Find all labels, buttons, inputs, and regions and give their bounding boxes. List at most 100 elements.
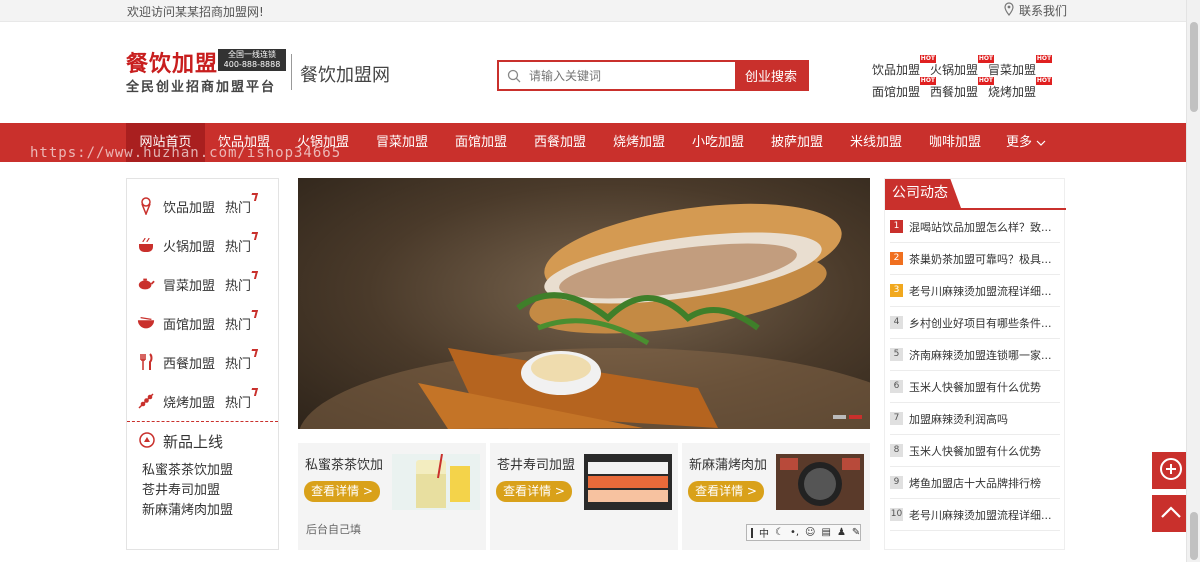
site-logo[interactable]: 餐饮加盟 全国一线连锁 400-888-8888 全民创业招商加盟平台 xyxy=(126,46,286,96)
logo-divider xyxy=(291,54,292,90)
sidebar-item-western[interactable]: 西餐加盟 热门 xyxy=(137,347,251,377)
sidebar-item-maocai[interactable]: 冒菜加盟 热门 xyxy=(137,269,251,299)
smile-icon: ☺ xyxy=(805,527,816,538)
search-input[interactable] xyxy=(529,62,735,89)
logo-box-line1: 全国一线连锁 xyxy=(228,50,276,59)
nav-item-western[interactable]: 西餐加盟 xyxy=(524,123,596,162)
news-item[interactable]: 4 乡村创业好项目有哪些条件... xyxy=(890,307,1060,339)
product-title: 苍井寿司加盟 xyxy=(497,458,576,473)
scrollbar-thumb[interactable] xyxy=(1190,22,1198,112)
ime-toolbar[interactable]: 中 ☾ •, ☺ ▤ ♟ ✎ xyxy=(746,524,861,541)
nav-item-noodles[interactable]: 面馆加盟 xyxy=(445,123,517,162)
news-title: 公司动态 xyxy=(885,179,961,208)
sidebar-item-noodles[interactable]: 面馆加盟 热门 xyxy=(137,308,251,338)
category-hot-label: 热门 xyxy=(225,314,251,333)
carousel-dot[interactable] xyxy=(849,415,862,419)
category-hot-label: 热门 xyxy=(225,197,251,216)
ime-logo-icon xyxy=(751,527,753,538)
hotlink-item[interactable]: 面馆加盟 HOT xyxy=(872,77,937,100)
news-item[interactable]: 9 烤鱼加盟店十大品牌排行榜 xyxy=(890,467,1060,499)
news-item-title: 混喝站饮品加盟怎么样？致... xyxy=(909,220,1052,234)
nav-item-rice-noodle[interactable]: 米线加盟 xyxy=(840,123,912,162)
hotlink-item[interactable]: 烧烤加盟 HOT xyxy=(988,77,1053,100)
scrollbar[interactable] xyxy=(1186,0,1200,562)
category-label: 冒菜加盟 xyxy=(163,278,216,294)
add-button[interactable] xyxy=(1152,452,1189,489)
nav-item-more[interactable]: 更多 xyxy=(998,123,1054,162)
news-item[interactable]: 6 玉米人快餐加盟有什么优势 xyxy=(890,371,1060,403)
news-item[interactable]: 8 玉米人快餐加盟有什么优势 xyxy=(890,435,1060,467)
category-label: 面馆加盟 xyxy=(163,317,216,333)
logo-hotline-box: 全国一线连锁 400-888-8888 xyxy=(218,49,286,71)
bowl-icon xyxy=(137,314,155,332)
news-item[interactable]: 2 茶巢奶茶加盟可靠吗？极具... xyxy=(890,243,1060,275)
nav-item-coffee[interactable]: 咖啡加盟 xyxy=(919,123,991,162)
logo-box-line2: 400-888-8888 xyxy=(223,60,281,69)
contact-link[interactable]: 联系我们 xyxy=(1003,2,1067,19)
news-item-title: 乡村创业好项目有哪些条件... xyxy=(909,316,1052,330)
hotlink-item[interactable]: 冒菜加盟 HOT xyxy=(988,55,1053,78)
punctuation-icon: •, xyxy=(789,527,800,538)
news-rank-badge: 10 xyxy=(890,508,903,521)
news-item-title: 济南麻辣烫加盟连锁哪一家... xyxy=(909,348,1052,362)
hot-badge: HOT xyxy=(1035,55,1053,63)
product-title: 新麻蒲烤肉加 xyxy=(689,458,768,473)
news-item-title: 玉米人快餐加盟有什么优势 xyxy=(909,380,1041,394)
chevron-down-icon xyxy=(1036,123,1046,162)
skewer-icon xyxy=(137,392,155,410)
hotlink-item[interactable]: 饮品加盟 HOT xyxy=(872,55,937,78)
list-item[interactable]: 私蜜茶茶饮加盟 xyxy=(142,461,233,481)
chevron-up-icon xyxy=(1160,505,1182,522)
sidebar-item-bbq[interactable]: 烧烤加盟 热门 xyxy=(137,386,251,416)
news-item[interactable]: 5 济南麻辣烫加盟连锁哪一家... xyxy=(890,339,1060,371)
sidebar-item-hotpot[interactable]: 火锅加盟 热门 xyxy=(137,230,251,260)
list-item[interactable]: 苍井寿司加盟 xyxy=(142,481,233,501)
nav-item-bbq[interactable]: 烧烤加盟 xyxy=(603,123,675,162)
teapot-icon xyxy=(137,275,155,293)
view-details-button[interactable]: 查看详情 > xyxy=(496,481,572,502)
list-item[interactable]: 新麻蒲烤肉加盟 xyxy=(142,501,233,521)
product-card: 私蜜茶茶饮加 查看详情 > 后台自己填 xyxy=(298,443,486,550)
news-item-title: 烤鱼加盟店十大品牌排行榜 xyxy=(909,476,1041,490)
nav-item-pizza[interactable]: 披萨加盟 xyxy=(761,123,833,162)
news-rank-badge: 3 xyxy=(890,284,903,297)
hero-banner[interactable] xyxy=(298,178,870,429)
news-item[interactable]: 1 混喝站饮品加盟怎么样？致... xyxy=(890,211,1060,243)
category-label: 饮品加盟 xyxy=(163,200,216,216)
nav-more-label: 更多 xyxy=(1005,135,1032,150)
carousel-dot[interactable] xyxy=(833,415,846,419)
category-hot-label: 热门 xyxy=(225,392,251,411)
news-item-title: 老号川麻辣烫加盟流程详细... xyxy=(909,284,1052,298)
new-products-title: 新品上线 xyxy=(163,433,224,451)
news-rank-badge: 1 xyxy=(890,220,903,233)
news-item[interactable]: 7 加盟麻辣烫利润高吗 xyxy=(890,403,1060,435)
hotlink-item[interactable]: 西餐加盟 HOT xyxy=(930,77,995,100)
sidebar-item-drinks[interactable]: 饮品加盟 热门 xyxy=(137,191,251,221)
news-rank-badge: 8 xyxy=(890,444,903,457)
new-products-heading: 新品上线 xyxy=(139,431,223,452)
news-item[interactable]: 10 老号川麻辣烫加盟流程详细... xyxy=(890,499,1060,531)
top-bar: 欢迎访问某某招商加盟网! 联系我们 xyxy=(0,0,1186,22)
nav-item-snacks[interactable]: 小吃加盟 xyxy=(682,123,754,162)
nav-item-maocai[interactable]: 冒菜加盟 xyxy=(366,123,438,162)
news-item[interactable]: 3 老号川麻辣烫加盟流程详细... xyxy=(890,275,1060,307)
news-item-title: 老号川麻辣烫加盟流程详细... xyxy=(909,508,1052,522)
back-to-top-button[interactable] xyxy=(1152,495,1189,532)
news-item-title: 茶巢奶茶加盟可靠吗？极具... xyxy=(909,252,1052,266)
moon-icon: ☾ xyxy=(775,527,784,538)
product-note: 后台自己填 xyxy=(306,523,361,536)
news-rank-badge: 7 xyxy=(890,412,903,425)
hotlink-item[interactable]: 火锅加盟 HOT xyxy=(930,55,995,78)
hot-badge: HOT xyxy=(1035,77,1053,85)
category-label: 西餐加盟 xyxy=(163,356,216,372)
product-title: 私蜜茶茶饮加 xyxy=(305,458,384,473)
view-details-button[interactable]: 查看详情 > xyxy=(688,481,764,502)
scrollbar-thumb[interactable] xyxy=(1190,512,1198,560)
location-pin-icon xyxy=(1003,2,1015,19)
view-details-button[interactable]: 查看详情 > xyxy=(304,481,380,502)
search-button[interactable]: 创业搜索 xyxy=(735,62,807,89)
carousel-indicators xyxy=(833,415,862,419)
plus-circle-icon xyxy=(1159,457,1183,484)
hotpot-icon xyxy=(137,236,155,254)
keyboard-icon: ▤ xyxy=(821,527,831,538)
